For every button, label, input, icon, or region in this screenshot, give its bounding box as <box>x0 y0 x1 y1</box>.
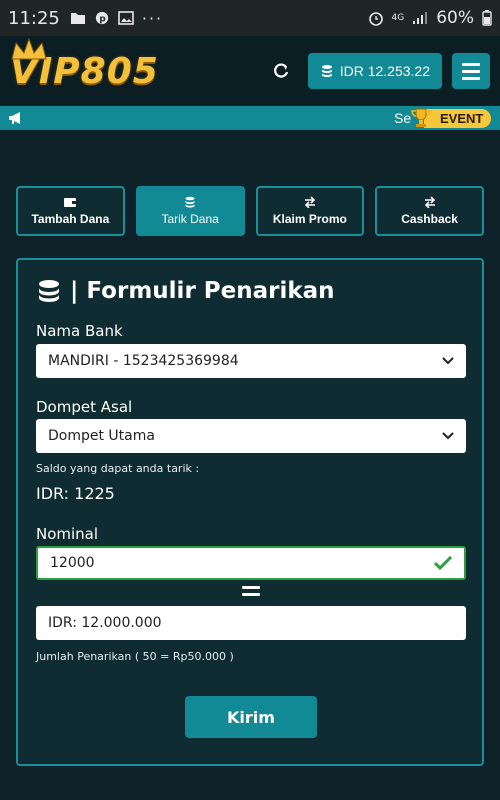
tab-klaim-promo[interactable]: Klaim Promo <box>255 186 365 236</box>
menu-bar <box>462 62 480 66</box>
balance-amount: IDR 12.253.22 <box>339 63 430 79</box>
wallet-label: Dompet Asal <box>36 398 133 416</box>
tab-label: Cashback <box>401 212 458 226</box>
refresh-icon <box>273 63 288 78</box>
menu-bar <box>462 69 480 73</box>
site-logo[interactable]: VIP805 <box>10 37 159 92</box>
battery-icon <box>482 10 492 26</box>
bank-select-value: MANDIRI - 1523425369984 <box>48 353 239 369</box>
saldo-value: IDR: 1225 <box>36 484 115 503</box>
alarm-icon <box>368 12 383 26</box>
notification-icons: p ··· <box>70 9 163 28</box>
svg-text:p: p <box>99 15 105 25</box>
refresh-balance-button[interactable] <box>270 60 292 82</box>
event-button[interactable]: EVENT <box>410 107 492 129</box>
bank-select[interactable]: MANDIRI - 1523425369984 <box>36 344 466 378</box>
coins-icon <box>185 196 195 208</box>
folder-icon <box>70 13 85 24</box>
tab-label: Tarik Dana <box>161 212 219 226</box>
withdrawal-form: | Formulir Penarikan Nama Bank MANDIRI -… <box>16 258 484 766</box>
bank-label: Nama Bank <box>36 322 123 340</box>
megaphone-icon <box>9 112 20 124</box>
converted-amount-field[interactable]: IDR: 12.000.000 <box>36 606 466 640</box>
coins-icon <box>321 65 332 77</box>
exchange-icon <box>304 196 316 208</box>
fund-tabs: Tambah Dana Tarik Dana Klaim Promo Cashb… <box>16 186 484 236</box>
image-icon <box>118 11 134 25</box>
withdrawal-note: Jumlah Penarikan ( 50 = Rp50.000 ) <box>36 650 234 663</box>
nominal-input-value: 12000 <box>50 555 95 571</box>
wallet-select[interactable]: Dompet Utama <box>36 419 466 453</box>
tab-tarik-dana[interactable]: Tarik Dana <box>135 186 245 236</box>
tab-cashback[interactable]: Cashback <box>375 186 484 236</box>
wallet-select-value: Dompet Utama <box>48 428 155 444</box>
saldo-note: Saldo yang dapat anda tarik : <box>36 462 200 475</box>
exchange-icon <box>424 196 435 208</box>
app-header: VIP805 IDR 12.253.22 <box>0 36 500 106</box>
converted-amount-value: IDR: 12.000.000 <box>48 615 162 631</box>
form-title: | Formulir Penarikan <box>36 278 335 304</box>
chevron-down-icon <box>442 432 454 440</box>
chevron-down-icon <box>442 357 454 365</box>
form-title-text: | Formulir Penarikan <box>70 278 335 304</box>
nominal-label: Nominal <box>36 525 99 543</box>
hamburger-menu-button[interactable] <box>452 53 490 89</box>
event-label: EVENT <box>424 108 492 128</box>
submit-button[interactable]: Kirim <box>185 696 317 738</box>
more-notifications-icon: ··· <box>141 8 164 28</box>
equals-icon <box>242 586 260 596</box>
pinterest-icon: p <box>95 11 108 25</box>
tab-label: Tambah Dana <box>31 212 110 226</box>
battery-percent: 60% <box>436 8 474 28</box>
menu-bar <box>462 76 480 80</box>
check-icon <box>434 556 452 570</box>
signal-icon <box>413 12 428 24</box>
announcement-bar: Se EVENT <box>0 106 500 130</box>
trophy-icon <box>411 108 431 127</box>
network-type: 4G <box>391 13 405 23</box>
crown-icon <box>11 37 47 59</box>
tab-label: Klaim Promo <box>272 212 347 226</box>
nominal-input[interactable]: 12000 <box>36 546 466 580</box>
wallet-icon <box>64 198 77 207</box>
announcement-text: Se <box>394 110 412 126</box>
balance-button[interactable]: IDR 12.253.22 <box>307 53 442 89</box>
tab-tambah-dana[interactable]: Tambah Dana <box>16 186 125 236</box>
status-bar: 11:25 p ··· 4G 60% <box>0 0 500 36</box>
clock: 11:25 <box>8 7 60 29</box>
coins-icon <box>39 280 59 302</box>
